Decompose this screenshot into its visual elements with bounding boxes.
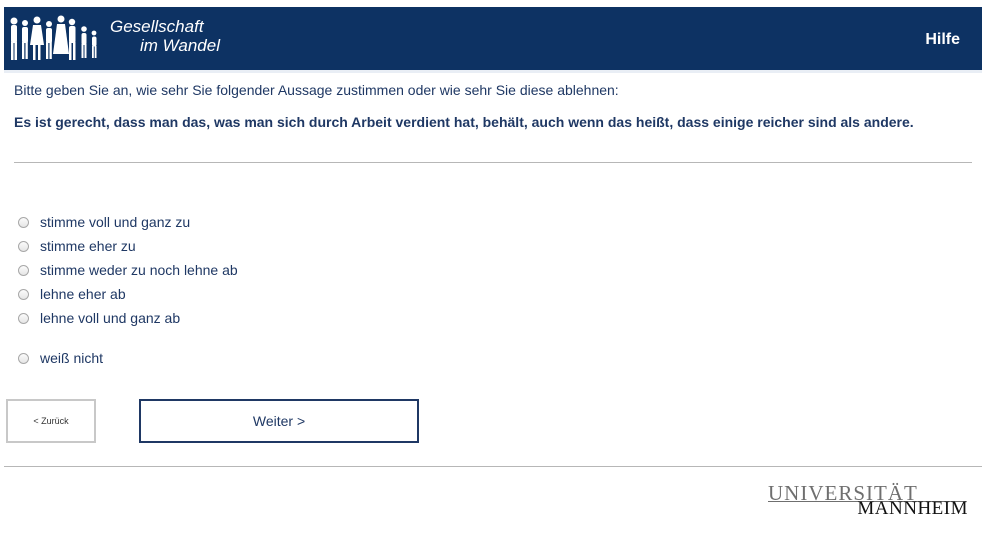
back-button[interactable]: < Zurück — [6, 399, 96, 443]
radio-button[interactable] — [18, 240, 29, 252]
help-link[interactable]: Hilfe — [925, 31, 960, 49]
universitaet-mannheim-logo: UNIVERSITÄT MANNHEIM — [768, 481, 968, 521]
option-weiss-nicht[interactable]: weiß nicht — [18, 349, 103, 367]
logo-line1: Gesellschaft — [110, 17, 204, 36]
option-label: stimme eher zu — [40, 238, 136, 254]
gesellschaft-im-wandel-logo: Gesellschaft im Wandel — [4, 7, 244, 70]
radio-button[interactable] — [18, 352, 29, 364]
divider-bottom — [4, 466, 982, 467]
next-button[interactable]: Weiter > — [139, 399, 419, 443]
option-label: stimme weder zu noch lehne ab — [40, 262, 238, 278]
option-weder-noch[interactable]: stimme weder zu noch lehne ab — [18, 261, 238, 279]
radio-button[interactable] — [18, 312, 29, 324]
option-label: weiß nicht — [40, 350, 104, 366]
option-stimme-voll-und-ganz-zu[interactable]: stimme voll und ganz zu — [18, 213, 190, 231]
question-statement: Es ist gerecht, dass man das, was man si… — [14, 114, 914, 130]
question-intro: Bitte geben Sie an, wie sehr Sie folgend… — [14, 82, 619, 98]
radio-button[interactable] — [18, 216, 29, 228]
uni-line2: MANNHEIM — [857, 498, 968, 519]
option-label: lehne eher ab — [40, 286, 126, 302]
radio-button[interactable] — [18, 288, 29, 300]
option-lehne-eher-ab[interactable]: lehne eher ab — [18, 285, 126, 303]
option-label: stimme voll und ganz zu — [40, 214, 191, 230]
logo-text: Gesellschaft im Wandel — [110, 17, 220, 55]
people-silhouettes-icon — [10, 15, 97, 60]
divider-top — [14, 162, 972, 163]
option-label: lehne voll und ganz ab — [40, 310, 181, 326]
option-stimme-eher-zu[interactable]: stimme eher zu — [18, 237, 136, 255]
radio-button[interactable] — [18, 264, 29, 276]
option-lehne-voll-und-ganz-ab[interactable]: lehne voll und ganz ab — [18, 309, 180, 327]
header-bar: Gesellschaft im Wandel Hilfe — [4, 7, 982, 73]
logo-line2: im Wandel — [140, 36, 220, 55]
